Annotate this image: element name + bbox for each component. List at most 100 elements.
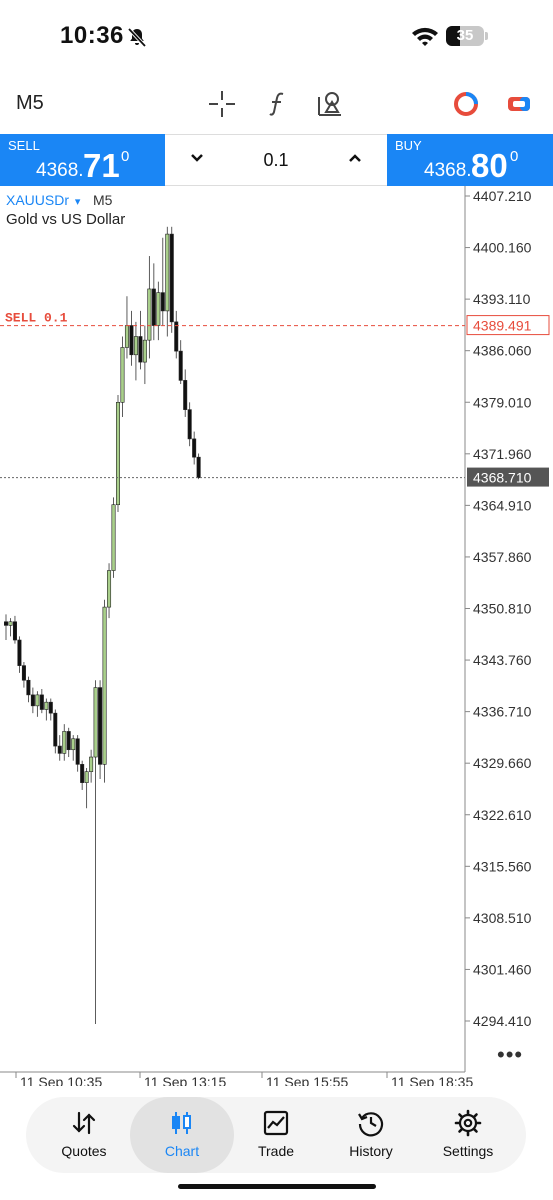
candle-body: [142, 339, 147, 363]
buy-price-big: 80: [471, 147, 508, 184]
crosshair-icon[interactable]: [206, 88, 238, 120]
price-axis-label: 4386.060: [473, 343, 532, 359]
function-icon[interactable]: [262, 88, 294, 120]
candle-body: [124, 325, 129, 348]
price-axis-label: 4364.910: [473, 497, 532, 513]
candle-body: [30, 694, 35, 707]
symbol-description: Gold vs US Dollar: [6, 211, 126, 228]
candle-body: [120, 347, 125, 403]
candle-body: [138, 336, 143, 363]
sell-label: SELL: [8, 138, 40, 153]
nav-trade[interactable]: Trade: [226, 1097, 326, 1173]
sell-order-label: SELL 0.1: [5, 311, 68, 326]
price-axis-label: 4350.810: [473, 601, 532, 617]
time-axis-label: 11 Sep 15:55: [266, 1074, 348, 1086]
candle-body: [17, 639, 22, 666]
price-axis-label: 4315.560: [473, 858, 532, 874]
candle-body: [102, 606, 107, 765]
more-options-button[interactable]: •••: [497, 1042, 523, 1068]
candle-body: [84, 771, 89, 783]
nav-history[interactable]: History: [321, 1097, 421, 1173]
price-axis-label: 4379.010: [473, 394, 532, 410]
nav-label-history: History: [349, 1143, 393, 1159]
candle-body: [165, 233, 170, 312]
price-axis-label: 4322.610: [473, 807, 532, 823]
battery-level: 35: [456, 27, 474, 44]
candle-body: [187, 409, 192, 440]
sell-price-sup: 0: [121, 148, 130, 165]
chevron-up-icon[interactable]: [347, 150, 363, 166]
candle-body: [169, 233, 174, 323]
buy-label: BUY: [395, 138, 422, 153]
candle-body: [107, 570, 112, 608]
candle-body: [80, 764, 85, 783]
bottom-nav: Quotes Chart Trade History Settings: [26, 1097, 526, 1173]
price-axis-label: 4400.160: [473, 240, 532, 256]
buy-button[interactable]: BUY 4368. 80 0: [387, 134, 553, 186]
nav-quotes[interactable]: Quotes: [34, 1097, 134, 1173]
candle-body: [26, 679, 31, 696]
price-axis-label: 4371.960: [473, 446, 532, 462]
candle-body: [57, 745, 62, 754]
wifi-icon: [412, 27, 438, 46]
quotes-arrows-icon: [72, 1111, 96, 1135]
battery-icon: 35: [446, 26, 484, 46]
battery-tip: [485, 32, 488, 40]
candle-body: [44, 701, 49, 710]
price-axis-label: 4393.110: [473, 291, 531, 307]
candle-body: [71, 738, 76, 751]
time-axis-label: 11 Sep 10:35: [20, 1074, 102, 1086]
candle-body: [93, 687, 98, 758]
candle-body: [66, 731, 71, 751]
timeframe-selector[interactable]: M5: [16, 92, 44, 115]
candle-body: [21, 665, 26, 681]
candle-body: [98, 687, 103, 765]
volume-panel: 0.1: [165, 134, 387, 186]
nav-label-trade: Trade: [257, 1143, 295, 1159]
candle-body: [160, 292, 165, 312]
candle-body: [53, 712, 58, 747]
price-chart[interactable]: 4407.210 4400.160 4393.110 4386.060 4379.010…: [0, 186, 553, 1086]
bid-price-label: 4368.710: [473, 470, 532, 486]
trade-toggle-icon[interactable]: [503, 88, 535, 120]
sell-price-big: 71: [83, 147, 120, 184]
nav-chart[interactable]: Chart: [130, 1097, 234, 1173]
candle-body: [12, 621, 17, 641]
time-axis-label: 11 Sep 13:15: [144, 1074, 226, 1086]
price-axis-label: 4308.510: [473, 910, 532, 926]
price-axis-label: 4357.860: [473, 549, 532, 565]
buy-price-sup: 0: [510, 148, 519, 165]
price-axis-label: 4301.460: [473, 961, 532, 977]
price-axis-label: 4336.710: [473, 704, 532, 720]
home-indicator: [178, 1184, 376, 1189]
price-axis-label: 4294.410: [473, 1013, 532, 1029]
symbol-timeframe: M5: [93, 192, 113, 208]
nav-label-quotes: Quotes: [61, 1143, 107, 1159]
candle-body: [174, 321, 179, 352]
candle-body: [39, 694, 44, 710]
indicator-ring-icon[interactable]: [450, 88, 482, 120]
objects-icon[interactable]: [314, 88, 346, 120]
nav-settings[interactable]: Settings: [418, 1097, 518, 1173]
candle-body: [89, 756, 94, 772]
nav-label-chart: Chart: [164, 1143, 200, 1159]
candle-body: [116, 402, 121, 506]
candle-body: [151, 288, 156, 326]
candle-body: [178, 350, 183, 381]
status-time: 10:36: [60, 22, 124, 49]
time-axis-label: 11 Sep 18:35: [391, 1074, 473, 1086]
candle-body: [196, 456, 201, 478]
candle-body: [156, 292, 161, 326]
symbol-name[interactable]: XAUUSDr ▾: [6, 192, 80, 208]
sell-button[interactable]: SELL 4368. 71 0: [0, 134, 165, 186]
candle-body: [192, 438, 197, 458]
candle-body: [129, 325, 134, 356]
candle-body: [4, 621, 9, 626]
candle-body: [133, 336, 138, 356]
candle-body: [35, 694, 40, 707]
candle-body: [75, 738, 80, 765]
history-clock-icon: [358, 1112, 384, 1137]
candle-body: [8, 621, 13, 626]
candle-body: [48, 701, 53, 714]
bell-muted-icon: [127, 27, 147, 48]
